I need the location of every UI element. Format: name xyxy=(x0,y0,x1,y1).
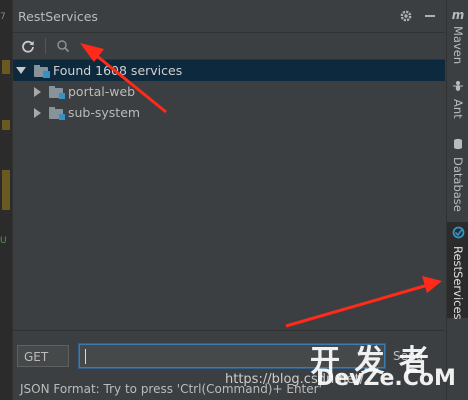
module-folder-icon xyxy=(49,106,65,120)
tab-label: Database xyxy=(451,157,465,212)
settings-gear-icon[interactable] xyxy=(397,7,415,25)
tab-ant[interactable]: Ant xyxy=(447,80,468,119)
expand-arrow-icon[interactable] xyxy=(16,67,26,74)
tree-item-portal-web[interactable]: portal-web xyxy=(13,81,445,102)
http-method-select[interactable]: GET xyxy=(17,345,69,367)
tree-root-label: Found 1608 services xyxy=(53,63,183,78)
panel-toolbar xyxy=(13,33,445,60)
panel-titlebar: RestServices xyxy=(13,0,445,33)
maven-icon: m xyxy=(451,8,465,22)
ant-icon xyxy=(452,80,464,95)
tree-item-label: sub-system xyxy=(68,105,141,120)
collapse-arrow-icon[interactable] xyxy=(34,86,41,97)
collapse-arrow-icon[interactable] xyxy=(34,107,41,118)
gutter-marker xyxy=(2,60,10,74)
refresh-icon[interactable] xyxy=(17,35,39,57)
search-icon[interactable] xyxy=(52,35,74,57)
right-tool-strip: m Maven Ant Database RestServices xyxy=(446,0,468,400)
gutter-marker xyxy=(2,170,10,210)
tab-label: Ant xyxy=(451,99,465,119)
module-folder-icon xyxy=(49,85,65,99)
tree-item-label: portal-web xyxy=(68,84,136,99)
services-tree: Found 1608 services portal-web sub-syste… xyxy=(13,60,445,330)
line-number: 7 xyxy=(0,12,6,22)
tab-label: Maven xyxy=(451,26,465,65)
database-icon xyxy=(452,138,464,153)
tab-database[interactable]: Database xyxy=(447,138,468,212)
minimize-icon[interactable] xyxy=(421,7,439,25)
gutter-marker xyxy=(2,120,10,130)
editor-gutter: 7 U xyxy=(0,0,13,400)
tab-label: RestServices xyxy=(451,246,465,320)
tree-item-sub-system[interactable]: sub-system xyxy=(13,102,445,123)
watermark-brand-en: DevZe.CoM xyxy=(316,366,456,391)
tree-root-row[interactable]: Found 1608 services xyxy=(13,60,445,81)
text-caret xyxy=(85,349,86,364)
panel-title: RestServices xyxy=(18,8,98,24)
rest-icon xyxy=(452,226,465,242)
tab-restservices[interactable]: RestServices xyxy=(447,222,468,320)
tab-maven[interactable]: m Maven xyxy=(447,8,468,64)
toolbar-divider xyxy=(45,38,46,54)
gutter-green-mark: U xyxy=(0,236,7,246)
folder-icon xyxy=(34,64,50,78)
